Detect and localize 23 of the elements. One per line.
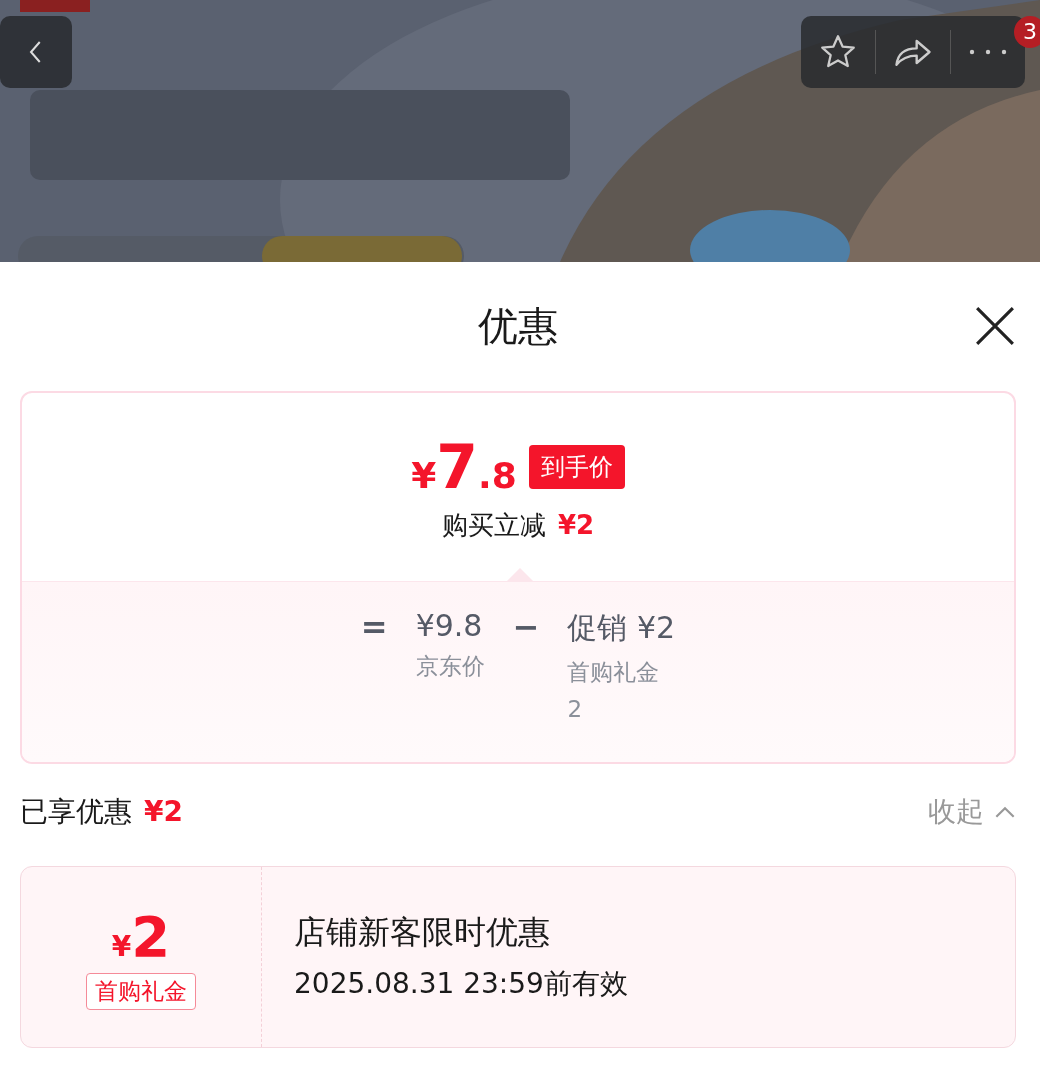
chevron-icon [994,805,1016,819]
term-note: 首购礼金 [567,658,661,687]
price-tag: 到手价 [528,445,625,489]
final-price: ¥7.8 [411,432,517,502]
saving-label: 购买立减 [441,509,546,542]
coupon-validity: 2025.08.31 23:59前有效 [294,966,628,1002]
sheet-title: 优惠 [478,301,558,351]
close-icon [974,305,1016,347]
term-note: 2 [567,696,584,722]
enjoyed-amount: ¥2 [144,795,183,828]
close-button[interactable] [974,305,1016,347]
price-term: 促销 ¥2 [567,609,676,647]
price-term: ¥9.8 [415,608,484,643]
operator-sign: − [512,608,540,646]
saving-amount: ¥2 [557,510,595,540]
enjoyed-label: 已享优惠 [20,794,132,830]
operator-sign: = [360,608,388,646]
coupon-title: 店铺新客限时优惠 [294,912,551,953]
more-icon [968,48,1008,56]
coupon-tag: 首购礼金 [86,973,196,1010]
term-note: 京东价 [415,652,485,681]
collapse-button[interactable]: 收起 [928,793,1016,831]
coupon-amount: ¥2 [111,904,171,969]
